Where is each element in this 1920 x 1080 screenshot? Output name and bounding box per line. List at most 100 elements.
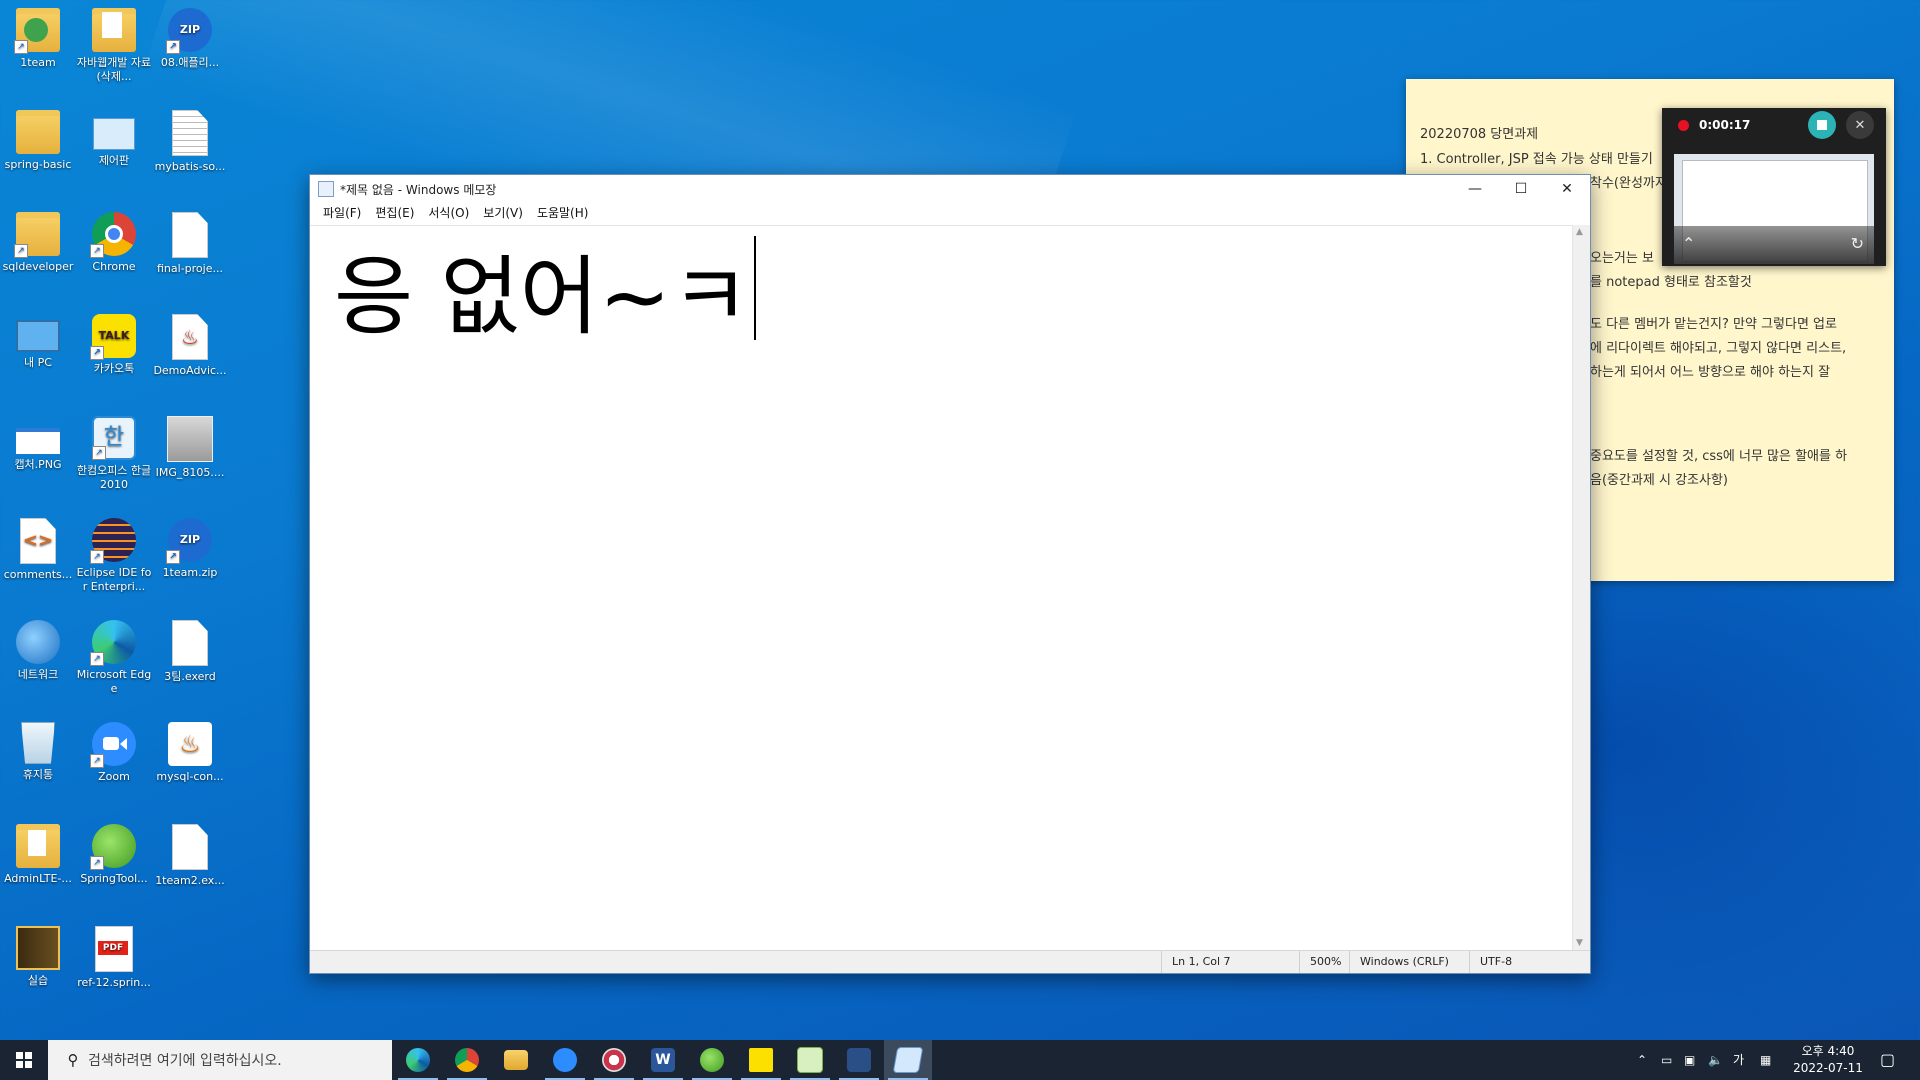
- network-icon[interactable]: ▣: [1684, 1040, 1695, 1080]
- notification-center-icon[interactable]: ▢: [1880, 1040, 1895, 1080]
- desktop-icon-java-web-materials[interactable]: 자바웹개발 자료(삭제...: [76, 8, 152, 84]
- kakaotalk-icon: TALK: [90, 314, 136, 360]
- word-icon: W: [651, 1048, 675, 1072]
- desktop-icon-springtool[interactable]: SpringTool...: [76, 824, 152, 886]
- search-icon: ⚲: [67, 1051, 79, 1069]
- notepad-icon: [892, 1047, 924, 1073]
- ime-indicator[interactable]: 가: [1733, 1040, 1744, 1080]
- vertical-scrollbar[interactable]: ▲ ▼: [1572, 225, 1590, 950]
- desktop-icon-recycle-bin[interactable]: 휴지통: [0, 722, 76, 782]
- close-button[interactable]: ✕: [1544, 175, 1590, 203]
- taskbar-search-box[interactable]: ⚲ 검색하려면 여기에 입력하십시오.: [48, 1040, 392, 1080]
- taskbar-file-explorer[interactable]: [492, 1040, 540, 1080]
- desktop-icon-kakaotalk[interactable]: TALK 카카오톡: [76, 314, 152, 376]
- desktop-icon-3team-exerd[interactable]: 3팀.exerd: [152, 620, 228, 684]
- file-explorer-icon: [504, 1050, 528, 1070]
- taskbar-edge[interactable]: [394, 1040, 442, 1080]
- meet-now-icon[interactable]: ▭: [1661, 1040, 1672, 1080]
- spring-icon: [90, 824, 136, 870]
- desktop-icon-practice[interactable]: 실습: [0, 926, 76, 988]
- menu-format[interactable]: 서식(O): [421, 203, 476, 223]
- zip-icon: ZIP: [166, 518, 212, 564]
- scroll-down-arrow-icon[interactable]: ▼: [1576, 938, 1583, 948]
- desktop-icon-mysql-connector[interactable]: ♨ mysql-con...: [152, 722, 228, 784]
- desktop-icon-ref-12-pdf[interactable]: PDF ref-12.sprin...: [76, 926, 152, 990]
- desktop-icon-demoadvice[interactable]: ♨ DemoAdvic...: [152, 314, 228, 378]
- desktop-icon-1team[interactable]: 1team: [0, 8, 76, 70]
- desktop-icon-adminlte[interactable]: AdminLTE-...: [0, 824, 76, 886]
- snipping-tool-icon: [602, 1048, 626, 1072]
- title-bar[interactable]: *제목 없음 - Windows 메모장 — ☐ ✕: [310, 175, 1590, 203]
- taskbar-notepad-plus[interactable]: [786, 1040, 834, 1080]
- desktop-icon-edge[interactable]: Microsoft Edge: [76, 620, 152, 696]
- recording-timer: 0:00:17: [1699, 118, 1751, 132]
- stop-recording-button[interactable]: [1808, 111, 1836, 139]
- desktop-icon-control-panel[interactable]: 제어판: [76, 110, 152, 168]
- desktop-icon-eclipse[interactable]: Eclipse IDE for Enterpri...: [76, 518, 152, 594]
- desktop-icon-zoom[interactable]: Zoom: [76, 722, 152, 784]
- desktop-icon-sqldeveloper[interactable]: sqldeveloper: [0, 212, 76, 274]
- sticky-line: 를 notepad 형태로 참조할것: [1590, 275, 1752, 290]
- image-icon: [16, 428, 60, 454]
- maximize-button[interactable]: ☐: [1498, 175, 1544, 203]
- taskbar-sql-developer[interactable]: [835, 1040, 883, 1080]
- menu-help[interactable]: 도움말(H): [530, 203, 596, 223]
- start-button[interactable]: [0, 1040, 48, 1080]
- scroll-up-arrow-icon[interactable]: ▲: [1576, 227, 1583, 237]
- desktop-icon-final-project[interactable]: final-proje...: [152, 212, 228, 276]
- desktop-icon-chrome[interactable]: Chrome: [76, 212, 152, 274]
- taskbar-notepad[interactable]: [884, 1040, 932, 1080]
- icon-label: 캡처.PNG: [14, 458, 62, 471]
- editor-text[interactable]: 응 없어~ㅋ: [334, 236, 756, 352]
- taskbar-snipping-tool[interactable]: [590, 1040, 638, 1080]
- folder-icon: [16, 824, 60, 868]
- text-file-icon: [172, 110, 208, 156]
- show-hidden-icons-chevron-up-icon[interactable]: ⌃: [1637, 1040, 1647, 1080]
- sticky-line: 오는거는 보: [1590, 251, 1654, 266]
- desktop-icon-hancom[interactable]: 한 한컴오피스 한글 2010: [76, 416, 152, 492]
- menu-file[interactable]: 파일(F): [316, 203, 368, 223]
- menu-edit[interactable]: 편집(E): [368, 203, 421, 223]
- icon-label: Chrome: [92, 260, 136, 273]
- taskbar-chrome[interactable]: [443, 1040, 491, 1080]
- minimize-button[interactable]: —: [1452, 175, 1498, 203]
- network-icon: [16, 620, 60, 664]
- edge-icon: [406, 1048, 430, 1072]
- taskbar-spring-tool-suite[interactable]: [688, 1040, 736, 1080]
- sticky-line: 1. Controller, JSP 접속 가능 상태 만들기: [1420, 152, 1653, 167]
- notepad-window[interactable]: *제목 없음 - Windows 메모장 — ☐ ✕ 파일(F) 편집(E) 서…: [309, 174, 1591, 974]
- java-file-icon: ♨: [172, 314, 208, 360]
- taskbar-clock[interactable]: 오후 4:40 2022-07-11: [1788, 1043, 1868, 1077]
- screen-recorder-widget[interactable]: 0:00:17 ✕ ⌃ ↻: [1662, 108, 1886, 266]
- folder-icon: [14, 212, 60, 258]
- desktop-icon-1team2[interactable]: 1team2.ex...: [152, 824, 228, 888]
- taskbar-word[interactable]: W: [639, 1040, 687, 1080]
- folder-icon: [16, 110, 60, 154]
- sticky-notes-icon: [749, 1048, 773, 1072]
- icon-label: 네트워크: [17, 668, 59, 681]
- taskbar-zoom[interactable]: [541, 1040, 589, 1080]
- ime-mode-icon[interactable]: ▦: [1760, 1040, 1771, 1080]
- desktop-icon-network[interactable]: 네트워크: [0, 620, 76, 682]
- desktop-icon-img-8105[interactable]: IMG_8105....: [152, 416, 228, 480]
- desktop-icon-mybatis[interactable]: mybatis-so...: [152, 110, 228, 174]
- desktop-icon-my-pc[interactable]: 내 PC: [0, 314, 76, 370]
- desktop-icon-comments[interactable]: <> comments...: [0, 518, 76, 582]
- desktop-icon-1team-zip[interactable]: ZIP 1team.zip: [152, 518, 228, 580]
- desktop-icon-08-application-zip[interactable]: ZIP 08.애플리...: [152, 8, 228, 70]
- desktop-icon-spring-basic[interactable]: spring-basic: [0, 110, 76, 172]
- text-editor-area[interactable]: 응 없어~ㅋ: [310, 225, 1572, 951]
- menu-view[interactable]: 보기(V): [476, 203, 530, 223]
- collapse-chevron-up-icon[interactable]: ⌃: [1682, 234, 1695, 253]
- desktop-icon-capture-png[interactable]: 캡처.PNG: [0, 416, 76, 472]
- windows-logo-icon: [16, 1052, 32, 1068]
- chrome-icon: [90, 212, 136, 258]
- icon-label: comments...: [3, 568, 73, 581]
- icon-label: IMG_8105....: [155, 466, 225, 479]
- icon-label: 휴지통: [22, 768, 54, 781]
- volume-muted-icon[interactable]: 🔈: [1708, 1040, 1723, 1080]
- mute-microphone-button[interactable]: ✕: [1846, 111, 1874, 139]
- taskbar-sticky-notes[interactable]: [737, 1040, 785, 1080]
- sql-developer-icon: [847, 1048, 871, 1072]
- folder-icon: [16, 926, 60, 970]
